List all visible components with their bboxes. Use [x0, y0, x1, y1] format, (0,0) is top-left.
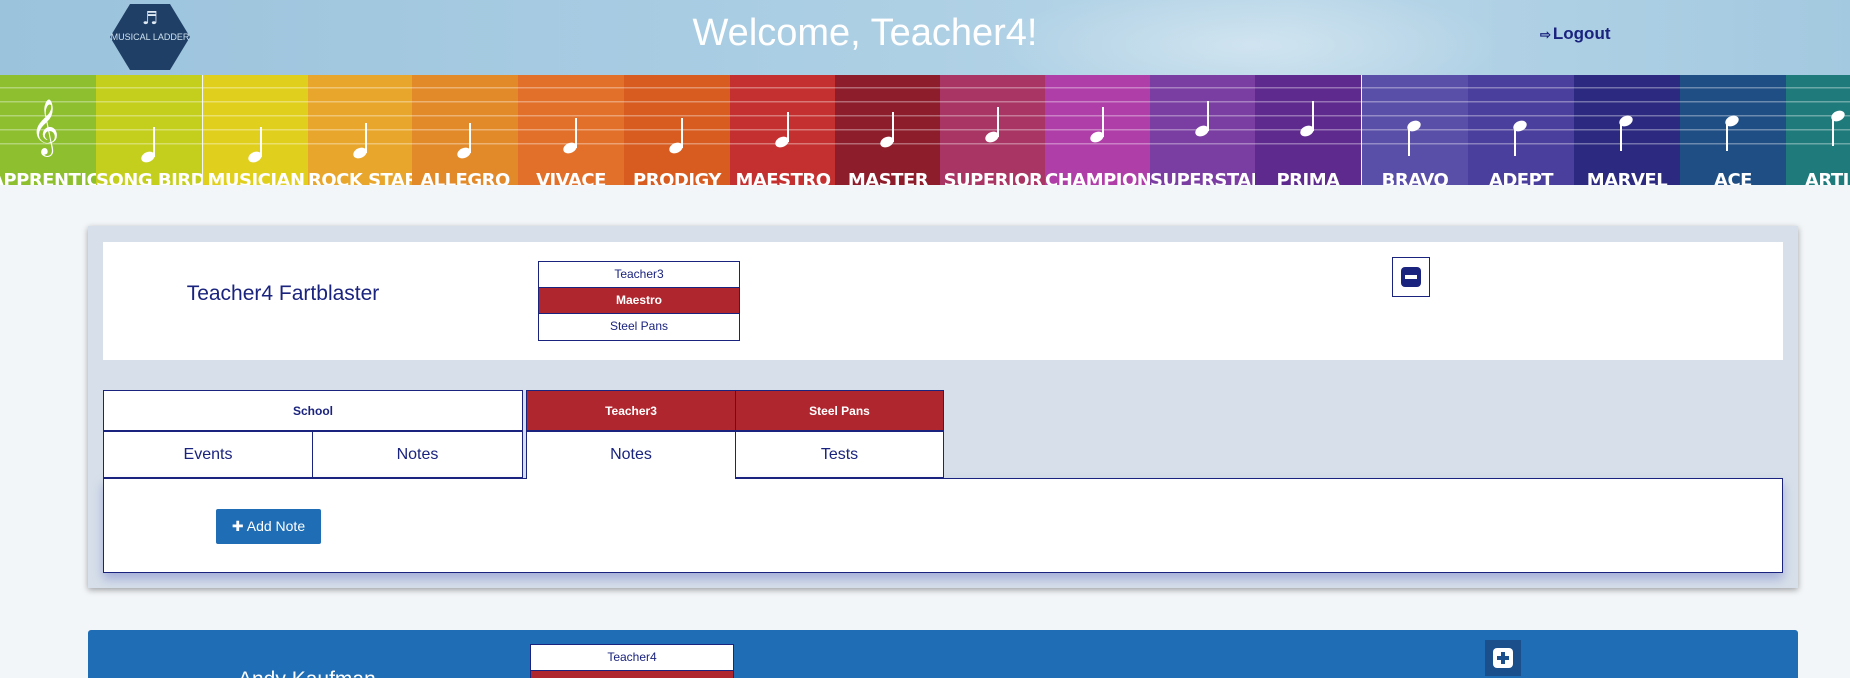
- expand-button[interactable]: [1485, 640, 1521, 676]
- student-name: Teacher4 Fartblaster: [186, 282, 380, 305]
- music-note-icon: [669, 118, 683, 154]
- level-name: ACE: [1714, 170, 1752, 185]
- student-name-2: Andy Kaufman: [238, 668, 376, 678]
- level-maestro: MAESTRO: [730, 75, 836, 185]
- add-note-button[interactable]: ✚ Add Note: [216, 509, 321, 544]
- level-superior: SUPERIOR: [940, 75, 1046, 185]
- add-note-label: Add Note: [246, 518, 306, 534]
- level-song-bird: SONG BIRD: [96, 75, 202, 185]
- student-info-table-2: Teacher4: [530, 644, 734, 678]
- tab-events[interactable]: Events: [103, 431, 313, 478]
- student-card-collapsed: Andy Kaufman Teacher4: [88, 630, 1798, 678]
- logout-label: Logout: [1552, 24, 1611, 43]
- level-name: PRODIGY: [633, 170, 721, 185]
- treble-clef-icon: 𝄞: [31, 99, 59, 157]
- student-teacher: Teacher3: [539, 262, 739, 288]
- level-prima: PRIMA: [1255, 75, 1361, 185]
- welcome-title: Welcome, Teacher4!: [692, 12, 1038, 54]
- level-name: ROCK STAR: [308, 170, 414, 185]
- student-level: Maestro: [539, 288, 739, 314]
- plus-icon: ✚: [231, 518, 247, 534]
- student-level-2: [531, 671, 733, 678]
- header: ♬ MUSICAL LADDER Welcome, Teacher4! ⇨ Log…: [0, 0, 1850, 75]
- student-summary: Teacher4 Fartblaster Teacher3 Maestro St…: [103, 242, 1783, 360]
- level-name: SUPERSTAR: [1150, 170, 1256, 185]
- svg-text:♬: ♬: [142, 8, 158, 29]
- music-note-icon: [1725, 115, 1739, 151]
- notes-panel: ✚ Add Note: [103, 478, 1783, 573]
- tab-lesson-notes[interactable]: Notes: [526, 431, 736, 479]
- level-name: MASTER: [847, 170, 929, 185]
- level-name: PRIMA: [1276, 170, 1340, 185]
- music-note-icon: [1195, 101, 1209, 137]
- school-header: School: [103, 390, 523, 431]
- level-adept: ADEPT: [1468, 75, 1574, 185]
- level-name: APPRENTICE: [0, 170, 96, 185]
- tab-school-notes[interactable]: Notes: [312, 431, 523, 478]
- school-tab-group: School Events Notes: [103, 390, 523, 478]
- level-name: SUPERIOR: [943, 170, 1043, 185]
- music-note-icon: [141, 127, 155, 163]
- level-rock-star: ROCK STAR: [308, 75, 414, 185]
- level-musician: MUSICIAN: [203, 75, 309, 185]
- music-note-icon: [563, 118, 577, 154]
- student-teacher-2: Teacher4: [531, 645, 733, 671]
- level-apprentice: 𝄞 APPRENTICE: [0, 75, 96, 185]
- collapse-button[interactable]: [1392, 257, 1430, 297]
- level-name: ARTIST: [1804, 170, 1850, 185]
- music-note-icon: [775, 112, 789, 148]
- level-name: MARVEL: [1586, 170, 1668, 185]
- music-note-icon: [1619, 115, 1633, 151]
- lesson-tab-group: Teacher3 Steel Pans Notes Tests: [526, 390, 944, 479]
- logout-link[interactable]: ⇨ Logout: [1540, 24, 1611, 44]
- level-name: MAESTRO: [735, 170, 831, 185]
- music-note-icon: [985, 107, 999, 143]
- music-note-icon: [353, 123, 367, 159]
- teacher-header: Teacher3: [526, 390, 736, 431]
- student-card: Teacher4 Fartblaster Teacher3 Maestro St…: [88, 226, 1798, 588]
- minus-icon: [1401, 267, 1421, 287]
- level-ace: ACE: [1680, 75, 1786, 185]
- music-note-icon: [1090, 107, 1104, 143]
- level-prodigy: PRODIGY: [624, 75, 730, 185]
- instrument-header: Steel Pans: [735, 390, 944, 431]
- level-name: MUSICIAN: [207, 170, 305, 185]
- level-master: MASTER: [835, 75, 941, 185]
- logo-text: MUSICAL LADDER: [110, 32, 190, 42]
- student-info-table: Teacher3 Maestro Steel Pans: [538, 261, 740, 341]
- logout-icon: ⇨: [1540, 27, 1551, 42]
- music-note-icon: [880, 112, 894, 148]
- level-artist: ARTIST: [1786, 75, 1850, 185]
- level-name: ALLEGRO: [420, 170, 510, 185]
- level-allegro: ALLEGRO: [412, 75, 518, 185]
- svg-text:𝄞: 𝄞: [31, 99, 59, 157]
- level-champion: CHAMPION: [1045, 75, 1151, 185]
- plus-square-icon: [1493, 648, 1513, 668]
- level-vivace: VIVACE: [518, 75, 624, 185]
- music-note-icon: [1831, 110, 1845, 146]
- level-marvel: MARVEL: [1574, 75, 1680, 185]
- music-note-icon: [1513, 120, 1527, 156]
- music-note-icon: [457, 123, 471, 159]
- level-superstar: SUPERSTAR: [1150, 75, 1256, 185]
- music-note-icon: [1300, 101, 1314, 137]
- level-name: SONG BIRD: [96, 170, 202, 185]
- music-note-icon: [248, 127, 262, 163]
- level-banner: 𝄞 APPRENTICESONG BIRD MUSICIANROCK STAR ALL…: [0, 75, 1850, 185]
- level-name: CHAMPION: [1045, 170, 1151, 185]
- level-name: ADEPT: [1488, 170, 1554, 185]
- music-note-icon: [1407, 120, 1421, 156]
- level-bravo: BRAVO: [1362, 75, 1468, 185]
- tab-tests[interactable]: Tests: [735, 431, 944, 478]
- level-name: BRAVO: [1381, 170, 1449, 185]
- student-instrument: Steel Pans: [609, 319, 669, 333]
- level-name: VIVACE: [536, 170, 606, 185]
